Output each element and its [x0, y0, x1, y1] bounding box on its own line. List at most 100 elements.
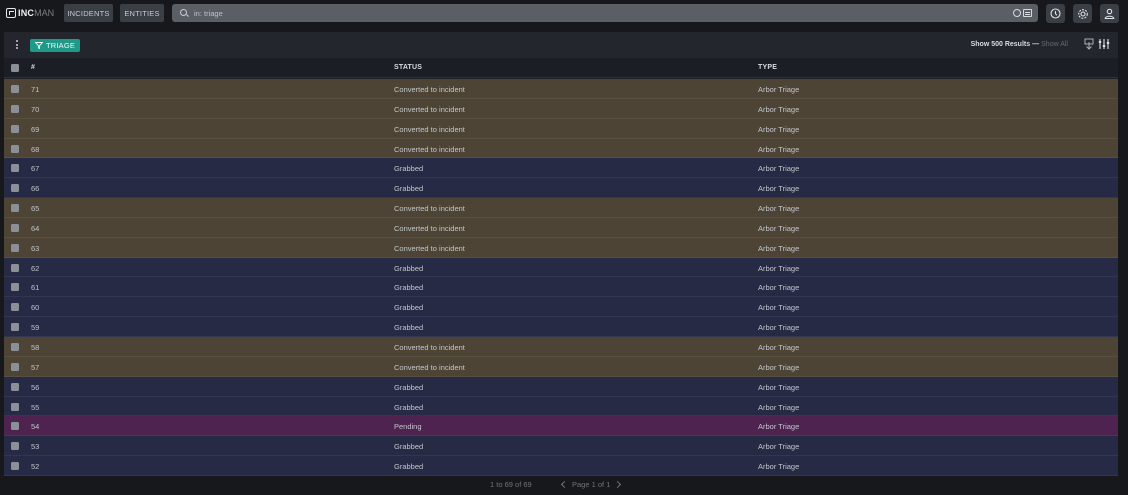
- row-status: Converted to incident: [394, 223, 465, 233]
- row-checkbox[interactable]: [11, 204, 19, 213]
- row-type: Arbor Triage: [758, 164, 800, 174]
- row-checkbox[interactable]: [11, 124, 19, 133]
- select-all-checkbox[interactable]: [11, 64, 19, 72]
- row-type: Arbor Triage: [758, 323, 800, 333]
- table-row[interactable]: 61 Grabbed Arbor Triage: [4, 277, 1118, 298]
- row-id: 62: [31, 263, 40, 273]
- row-status: Grabbed: [394, 382, 424, 392]
- row-id: 64: [31, 223, 40, 233]
- search-icon: [180, 9, 187, 16]
- row-type: Arbor Triage: [758, 223, 800, 233]
- row-checkbox[interactable]: [11, 164, 19, 173]
- row-id: 56: [31, 382, 40, 392]
- table-row[interactable]: 60 Grabbed Arbor Triage: [4, 297, 1118, 318]
- row-checkbox[interactable]: [11, 283, 19, 292]
- row-checkbox[interactable]: [11, 144, 19, 153]
- nav-incidents-button[interactable]: INCIDENTS: [64, 4, 113, 22]
- row-status: Converted to incident: [394, 104, 465, 114]
- settings-button[interactable]: [1073, 4, 1092, 23]
- table-row[interactable]: 54 Pending Arbor Triage: [4, 416, 1118, 437]
- table-row[interactable]: 67 Grabbed Arbor Triage: [4, 158, 1118, 179]
- row-checkbox[interactable]: [11, 462, 19, 471]
- table-row[interactable]: 65 Converted to incident Arbor Triage: [4, 198, 1118, 218]
- triage-icon: [35, 42, 43, 49]
- logo-inc: INC: [18, 8, 35, 18]
- table-row[interactable]: 71 Converted to incident Arbor Triage: [4, 79, 1118, 99]
- column-settings-icon[interactable]: [1098, 38, 1110, 50]
- table-row[interactable]: 68 Converted to incident Arbor Triage: [4, 138, 1118, 159]
- row-id: 63: [31, 243, 40, 253]
- row-id: 66: [31, 184, 40, 194]
- row-type: Arbor Triage: [758, 85, 800, 94]
- table-row[interactable]: 69 Converted to incident Arbor Triage: [4, 118, 1118, 139]
- search-input[interactable]: [194, 7, 974, 19]
- row-checkbox[interactable]: [11, 422, 19, 431]
- triage-badge[interactable]: TRIAGE: [30, 39, 81, 52]
- table-row[interactable]: 58 Converted to incident Arbor Triage: [4, 336, 1118, 357]
- row-checkbox[interactable]: [11, 382, 19, 391]
- logo-man: MAN: [34, 8, 55, 18]
- table-row[interactable]: 59 Grabbed Arbor Triage: [4, 317, 1118, 337]
- table-row[interactable]: 63 Converted to incident Arbor Triage: [4, 237, 1118, 258]
- nav-entities-button[interactable]: ENTITIES: [120, 4, 164, 22]
- row-checkbox[interactable]: [11, 402, 19, 411]
- table-row[interactable]: 70 Converted to incident Arbor Triage: [4, 98, 1118, 119]
- row-type: Arbor Triage: [758, 144, 800, 154]
- search-clear-icon[interactable]: [1013, 9, 1021, 17]
- kebab-menu-icon[interactable]: [16, 40, 19, 50]
- triage-badge-label: TRIAGE: [46, 41, 76, 50]
- table-row[interactable]: 52 Grabbed Arbor Triage: [4, 456, 1118, 476]
- row-checkbox[interactable]: [11, 104, 19, 113]
- row-status: Converted to incident: [394, 204, 465, 214]
- row-type: Arbor Triage: [758, 402, 800, 412]
- pagination-footer: 1 to 69 of 69 Page 1 of 1: [0, 478, 1128, 492]
- row-checkbox[interactable]: [11, 243, 19, 252]
- column-header-type[interactable]: TYPE: [758, 64, 777, 71]
- table-row[interactable]: 62 Grabbed Arbor Triage: [4, 257, 1118, 278]
- table-row[interactable]: 55 Grabbed Arbor Triage: [4, 396, 1118, 417]
- panel-toolbar: TRIAGE Show 500 Results — Show All: [4, 32, 1118, 58]
- row-id: 58: [31, 342, 40, 352]
- row-checkbox[interactable]: [11, 85, 19, 93]
- row-checkbox[interactable]: [11, 263, 19, 272]
- row-id: 61: [31, 283, 40, 293]
- user-menu-button[interactable]: [1100, 4, 1119, 23]
- row-status: Grabbed: [394, 164, 424, 174]
- table-row[interactable]: 53 Grabbed Arbor Triage: [4, 436, 1118, 457]
- row-status: Converted to incident: [394, 144, 465, 154]
- row-type: Arbor Triage: [758, 442, 800, 452]
- app-logo[interactable]: INC MAN: [6, 5, 58, 21]
- saved-search-icon[interactable]: [1023, 9, 1032, 17]
- row-id: 52: [31, 462, 40, 472]
- row-checkbox[interactable]: [11, 223, 19, 232]
- show-500-results[interactable]: Show 500 Results: [971, 41, 1031, 48]
- prev-page-icon[interactable]: [560, 480, 569, 489]
- row-id: 55: [31, 402, 40, 412]
- top-bar: INC MAN INCIDENTS ENTITIES: [0, 0, 1128, 27]
- row-id: 70: [31, 104, 40, 114]
- export-icon[interactable]: [1084, 38, 1094, 50]
- next-page-icon[interactable]: [614, 480, 622, 489]
- results-selector: Show 500 Results — Show All: [971, 41, 1068, 48]
- triage-panel: TRIAGE Show 500 Results — Show All # STATU…: [4, 32, 1118, 476]
- row-checkbox[interactable]: [11, 303, 19, 312]
- row-type: Arbor Triage: [758, 342, 800, 352]
- row-checkbox[interactable]: [11, 342, 19, 351]
- row-checkbox[interactable]: [11, 442, 19, 451]
- row-checkbox[interactable]: [11, 184, 19, 193]
- row-id: 59: [31, 323, 40, 333]
- help-button[interactable]: [1046, 4, 1065, 23]
- show-all-link[interactable]: Show All: [1041, 41, 1068, 48]
- table-row[interactable]: 64 Converted to incident Arbor Triage: [4, 217, 1118, 238]
- column-header-status[interactable]: STATUS: [394, 64, 422, 71]
- row-checkbox[interactable]: [11, 323, 19, 332]
- row-count: 1 to 69 of 69: [490, 480, 532, 489]
- table-row[interactable]: 57 Converted to incident Arbor Triage: [4, 356, 1118, 377]
- logo-icon: [6, 8, 16, 18]
- row-status: Pending: [394, 422, 422, 432]
- column-header-id[interactable]: #: [31, 64, 35, 71]
- row-id: 57: [31, 362, 40, 372]
- row-checkbox[interactable]: [11, 362, 19, 371]
- table-row[interactable]: 66 Grabbed Arbor Triage: [4, 178, 1118, 199]
- table-row[interactable]: 56 Grabbed Arbor Triage: [4, 376, 1118, 397]
